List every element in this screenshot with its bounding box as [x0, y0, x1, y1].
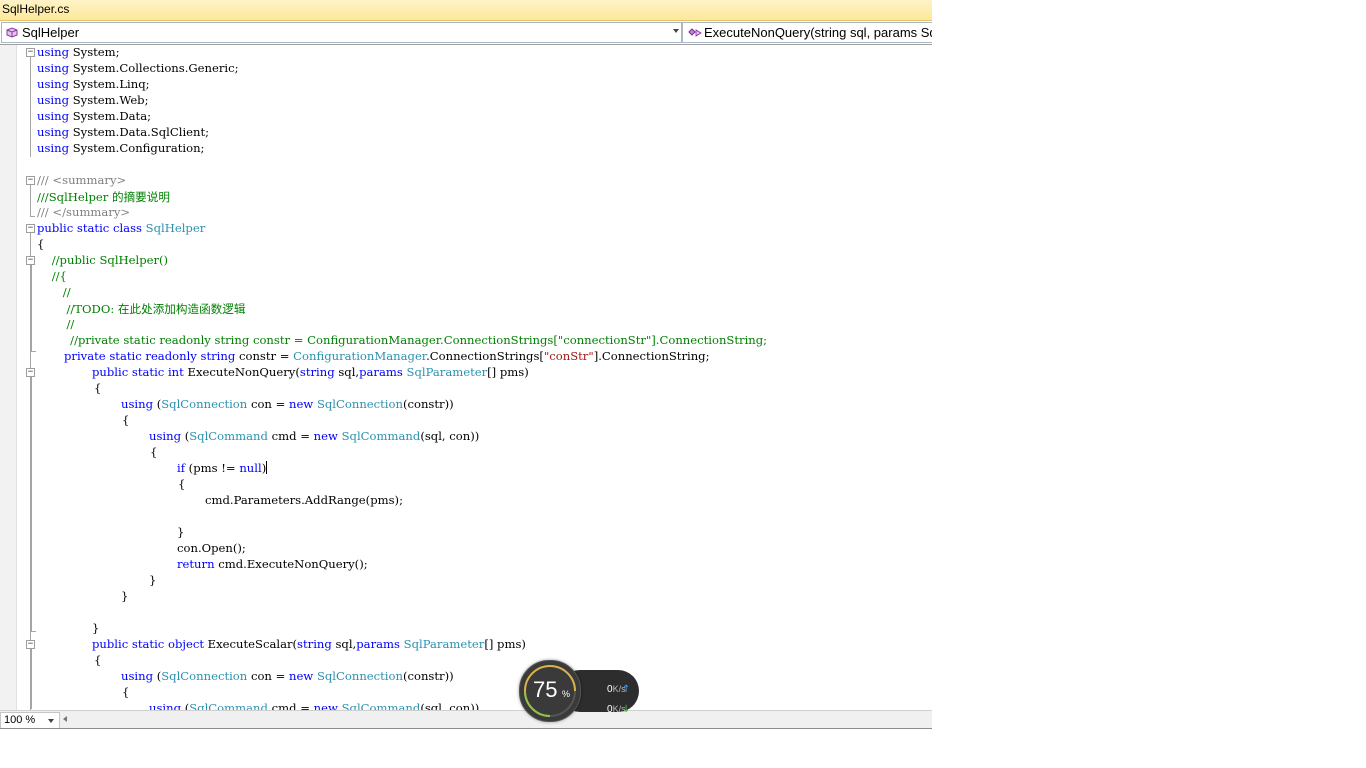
- code-line: public static int ExecuteNonQuery(string…: [92, 365, 529, 379]
- code-line: {: [94, 653, 102, 667]
- cpu-percent: 75: [533, 677, 558, 702]
- code-line: {: [122, 413, 130, 427]
- code-line: using (SqlCommand cmd = new SqlCommand(s…: [149, 429, 480, 443]
- code-line: cmd.Parameters.AddRange(pms);: [205, 493, 403, 507]
- collapse-icon[interactable]: −: [26, 256, 35, 265]
- collapse-icon[interactable]: −: [26, 368, 35, 377]
- code-line: ///SqlHelper 的摘要说明: [37, 190, 170, 204]
- chevron-down-icon[interactable]: [48, 719, 54, 723]
- code-line: using System.Linq;: [37, 77, 150, 91]
- code-line: //public SqlHelper(): [37, 253, 169, 267]
- code-line: /// <summary>: [37, 173, 127, 187]
- code-line: using System.Collections.Generic;: [37, 61, 239, 75]
- code-line: {: [178, 477, 186, 491]
- chevron-down-icon[interactable]: [673, 29, 679, 33]
- percent-sign: %: [562, 689, 571, 699]
- class-icon: [6, 27, 18, 38]
- code-line: public static object ExecuteScalar(strin…: [92, 637, 526, 651]
- code-line: //{: [37, 269, 67, 283]
- document-tab-bar: SqlHelper.cs: [0, 0, 932, 21]
- code-line: con.Open();: [177, 541, 246, 555]
- system-monitor-widget[interactable]: ↑ 0K/s ↓ 0K/s 75 %: [519, 660, 640, 722]
- code-line: }: [121, 589, 129, 603]
- indicator-margin[interactable]: [0, 45, 17, 710]
- class-dropdown[interactable]: SqlHelper: [1, 22, 682, 43]
- code-line: }: [92, 621, 100, 635]
- member-dropdown-value: ExecuteNonQuery(string sql, params SqlPa…: [704, 25, 932, 40]
- code-line: if (pms != null): [177, 461, 268, 475]
- code-line: using System.Data;: [37, 109, 152, 123]
- zoom-dropdown[interactable]: 100 %: [0, 712, 60, 728]
- code-line: //TODO: 在此处添加构造函数逻辑: [37, 302, 246, 316]
- outlining-margin: − − − − − −: [17, 45, 37, 713]
- zoom-value: 100 %: [4, 714, 36, 726]
- method-icon: [688, 28, 702, 37]
- code-editor[interactable]: SqlHelper.cs SqlHelper ExecuteNonQuery(s…: [0, 0, 932, 728]
- member-dropdown[interactable]: ExecuteNonQuery(string sql, params SqlPa…: [682, 22, 932, 43]
- code-line: //private static readonly string constr …: [37, 333, 768, 347]
- code-line: }: [149, 573, 157, 587]
- code-area[interactable]: using System; using System.Collections.G…: [37, 45, 932, 710]
- document-tab-title[interactable]: SqlHelper.cs: [2, 2, 69, 16]
- code-line: return cmd.ExecuteNonQuery();: [177, 557, 368, 571]
- collapse-icon[interactable]: −: [26, 176, 35, 185]
- editor-status-bar: 100 %: [0, 710, 932, 728]
- code-line: //: [37, 285, 71, 299]
- download-speed: 0K/s: [607, 704, 626, 715]
- code-line: public static class SqlHelper: [37, 221, 206, 235]
- code-line: using System.Data.SqlClient;: [37, 125, 210, 139]
- code-line: /// </summary>: [37, 205, 131, 219]
- collapse-icon[interactable]: −: [26, 640, 35, 649]
- code-line: {: [150, 445, 158, 459]
- code-line: using System.Web;: [37, 93, 149, 107]
- scroll-left-icon[interactable]: [63, 716, 67, 722]
- code-line: using (SqlConnection con = new SqlConnec…: [121, 669, 454, 683]
- code-line: }: [177, 525, 185, 539]
- cpu-usage-gauge: 75 %: [519, 660, 581, 722]
- code-line: using (SqlCommand cmd = new SqlCommand(s…: [149, 701, 480, 710]
- code-line: private static readonly string constr = …: [64, 349, 710, 363]
- code-line: {: [122, 685, 130, 699]
- code-line: {: [94, 381, 102, 395]
- code-line: using System;: [37, 45, 120, 59]
- divider: [0, 728, 932, 729]
- code-line: {: [37, 237, 45, 251]
- text-cursor: [266, 461, 268, 474]
- collapse-icon[interactable]: −: [26, 224, 35, 233]
- code-line: using System.Configuration;: [37, 141, 205, 155]
- collapse-icon[interactable]: −: [26, 48, 35, 57]
- class-dropdown-value: SqlHelper: [22, 25, 80, 40]
- code-line: using (SqlConnection con = new SqlConnec…: [121, 397, 454, 411]
- navigation-bar: SqlHelper ExecuteNonQuery(string sql, pa…: [0, 21, 932, 45]
- code-line: //: [37, 317, 75, 331]
- upload-speed: 0K/s: [607, 684, 626, 695]
